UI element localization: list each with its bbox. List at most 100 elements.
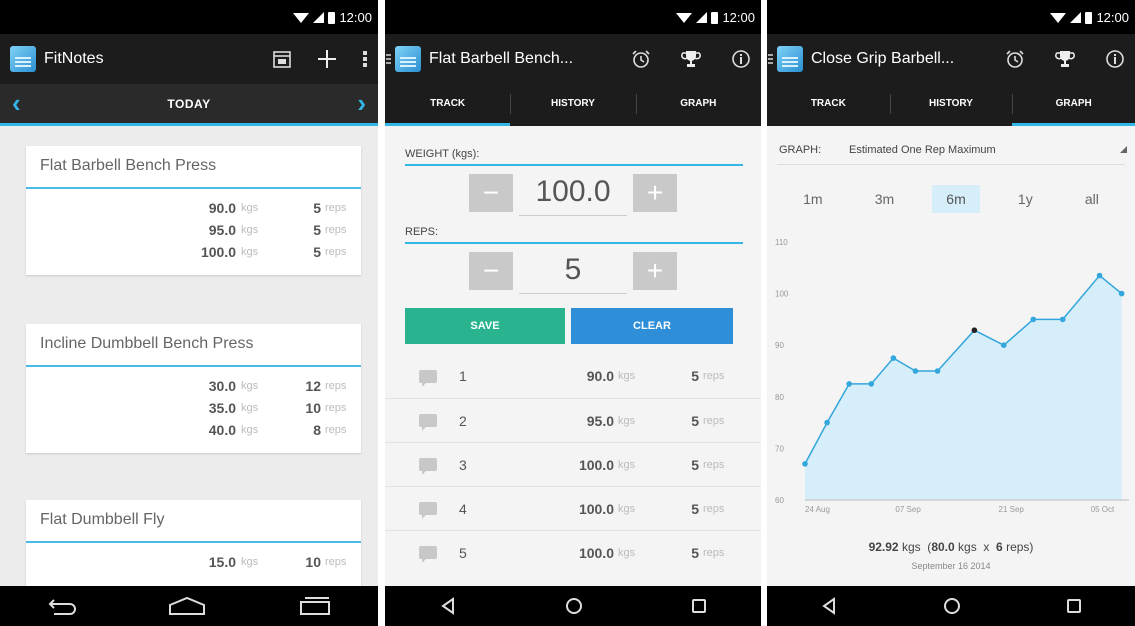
reps-input[interactable]: 5 — [519, 248, 627, 294]
range-all[interactable]: all — [1071, 185, 1113, 213]
alarm-clock-icon[interactable] — [631, 49, 651, 69]
exercise-card[interactable]: Flat Barbell Bench Press 90.0 kgs 5 reps 95… — [26, 146, 361, 275]
comment-icon[interactable] — [419, 369, 437, 387]
comment-icon[interactable] — [419, 414, 437, 431]
comment-icon[interactable] — [419, 458, 437, 475]
recents-icon[interactable] — [298, 596, 332, 616]
y-tick-label: 90 — [775, 341, 784, 350]
status-time: 12:00 — [722, 10, 755, 25]
overflow-menu-icon[interactable] — [362, 49, 368, 69]
tab-history[interactable]: HISTORY — [510, 84, 635, 126]
weight-decrement-button[interactable]: − — [469, 174, 513, 212]
back-icon[interactable] — [46, 597, 76, 615]
set-weight-unit: kgs — [618, 546, 636, 559]
trophy-icon[interactable] — [1055, 49, 1075, 69]
range-1y[interactable]: 1y — [1004, 185, 1047, 213]
info-icon[interactable] — [731, 49, 751, 69]
calendar-icon[interactable] — [272, 49, 292, 69]
app-logo-icon[interactable] — [777, 46, 803, 72]
reps-increment-button[interactable]: + — [633, 252, 677, 290]
readout-reps: 6 — [996, 540, 1003, 554]
chevron-right-icon[interactable]: › — [357, 88, 366, 119]
weight-stepper: − 100.0 + — [385, 170, 761, 216]
set-row[interactable]: 4 100.0 kgs 5 reps — [385, 486, 761, 530]
readout-reps-unit: reps — [1006, 540, 1030, 554]
data-point — [1096, 272, 1103, 279]
tab-graph[interactable]: GRAPH — [1012, 84, 1135, 126]
range-6m[interactable]: 6m — [932, 185, 980, 213]
weight-input[interactable]: 100.0 — [519, 170, 627, 216]
clear-button[interactable]: CLEAR — [571, 308, 733, 344]
set-reps-unit: reps — [703, 370, 725, 382]
exercise-card[interactable]: Flat Dumbbell Fly 15.0 kgs 10 reps — [26, 500, 361, 586]
range-1m[interactable]: 1m — [789, 185, 836, 213]
x-tick-label: 21 Sep — [999, 505, 1025, 514]
trophy-icon[interactable] — [681, 49, 701, 69]
data-point — [1030, 316, 1037, 323]
readout-date: September 16 2014 — [911, 561, 991, 571]
alarm-clock-icon[interactable] — [1005, 49, 1025, 69]
add-icon[interactable] — [316, 48, 338, 70]
one-rep-max-chart[interactable]: 110 100 90 80 70 60 24 Aug 07 Sep 21 Sep 05 Oct — [767, 232, 1135, 522]
set-weight-unit: kgs — [241, 556, 259, 568]
set-row[interactable]: 5 100.0 kgs 5 reps — [385, 530, 761, 574]
date-label: TODAY — [167, 96, 211, 111]
set-weight: 35.0 — [208, 400, 236, 416]
data-point — [1118, 290, 1125, 297]
set-reps-unit: reps — [325, 380, 347, 392]
range-3m[interactable]: 3m — [861, 185, 908, 213]
comment-icon[interactable] — [419, 546, 437, 563]
home-icon[interactable] — [943, 598, 960, 614]
comment-icon[interactable] — [419, 502, 437, 519]
set-reps-unit: reps — [325, 202, 347, 214]
set-reps: 5 — [313, 200, 321, 216]
recents-icon[interactable] — [1067, 599, 1082, 613]
data-point — [1001, 342, 1007, 348]
set-weight-unit: kgs — [241, 246, 259, 258]
readout-unit: kgs — [901, 540, 921, 554]
set-reps: 5 — [691, 456, 699, 473]
info-icon[interactable] — [1105, 49, 1125, 69]
chevron-left-icon[interactable]: ‹ — [12, 88, 21, 119]
home-icon[interactable] — [566, 598, 582, 614]
save-button[interactable]: SAVE — [405, 308, 565, 344]
back-icon[interactable] — [440, 597, 456, 615]
drawer-indicator-icon[interactable] — [768, 54, 773, 64]
drawer-indicator-icon[interactable] — [386, 54, 391, 64]
set-weight: 95.0 — [586, 412, 614, 429]
weight-increment-button[interactable]: + — [633, 174, 677, 212]
back-icon[interactable] — [821, 597, 837, 615]
recents-icon[interactable] — [692, 599, 706, 613]
dropdown-caret-icon — [1120, 146, 1127, 153]
set-reps: 8 — [313, 422, 321, 438]
tab-history[interactable]: HISTORY — [889, 84, 1013, 126]
y-tick-label: 80 — [775, 393, 784, 402]
app-logo-icon[interactable] — [395, 46, 421, 72]
x-tick-label: 07 Sep — [895, 505, 921, 514]
exercise-title: Flat Barbell Bench Press — [26, 146, 361, 189]
home-icon[interactable] — [167, 596, 207, 616]
graph-type-select[interactable]: GRAPH: Estimated One Rep Maximum — [767, 144, 1135, 156]
x-tick-label: 24 Aug — [805, 505, 830, 514]
data-point — [890, 355, 897, 361]
exercise-title: Incline Dumbbell Bench Press — [26, 324, 361, 367]
set-number: 2 — [459, 412, 467, 429]
selected-data-point — [971, 327, 978, 334]
exercise-card[interactable]: Incline Dumbbell Bench Press 30.0 kgs 12 re… — [26, 324, 361, 453]
signal-icon — [1070, 12, 1082, 23]
y-tick-label: 110 — [775, 238, 788, 247]
set-reps-unit: reps — [325, 402, 347, 414]
set-weight-unit: kgs — [618, 458, 636, 471]
tab-graph[interactable]: GRAPH — [635, 84, 761, 126]
set-row[interactable]: 3 100.0 kgs 5 reps — [385, 442, 761, 486]
tab-track[interactable]: TRACK — [385, 84, 511, 126]
tab-track[interactable]: TRACK — [767, 84, 890, 126]
set-row[interactable]: 1 90.0 kgs 5 reps — [385, 354, 761, 398]
set-row[interactable]: 2 95.0 kgs 5 reps — [385, 398, 761, 442]
reps-decrement-button[interactable]: − — [469, 252, 513, 290]
set-weight-unit: kgs — [618, 370, 636, 382]
y-tick-label: 70 — [775, 444, 784, 453]
set-weight-unit: kgs — [241, 380, 259, 392]
app-logo-icon[interactable] — [10, 46, 36, 72]
fitnotes-today-screen: 12:00 FitNotes ‹ TODAY › Flat Barbell Be… — [0, 0, 378, 626]
